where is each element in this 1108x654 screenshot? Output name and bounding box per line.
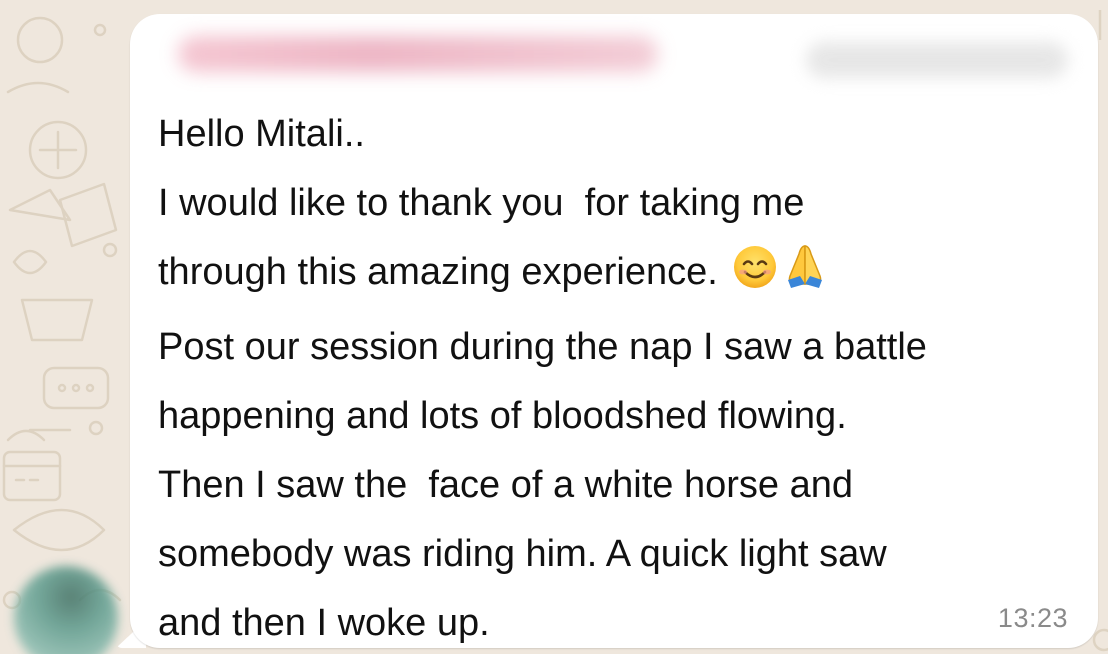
message-line: Post our session during the nap I saw a … xyxy=(158,326,927,368)
folded-hands-icon xyxy=(782,242,828,313)
message-bubble[interactable]: Hello Mitali.. I would like to thank you… xyxy=(130,14,1098,648)
message-line: somebody was riding him. A quick light s… xyxy=(158,533,887,575)
message-line: I would like to thank you for taking me xyxy=(158,182,805,224)
message-line: Hello Mitali.. xyxy=(158,113,365,155)
message-line: Then I saw the face of a white horse and xyxy=(158,464,853,506)
sender-name-redacted xyxy=(178,36,658,72)
message-line: through this amazing experience. xyxy=(158,251,718,293)
message-line: and then I woke up. xyxy=(158,602,490,644)
message-line: happening and lots of bloodshed flowing. xyxy=(158,395,847,437)
message-text: Hello Mitali.. I would like to thank you… xyxy=(158,100,1078,654)
message-timestamp: 13:23 xyxy=(997,603,1068,633)
sender-phone-redacted xyxy=(806,42,1068,78)
message-line-with-emojis: through this amazing experience. xyxy=(158,238,1078,313)
smiling-face-icon xyxy=(732,244,778,313)
